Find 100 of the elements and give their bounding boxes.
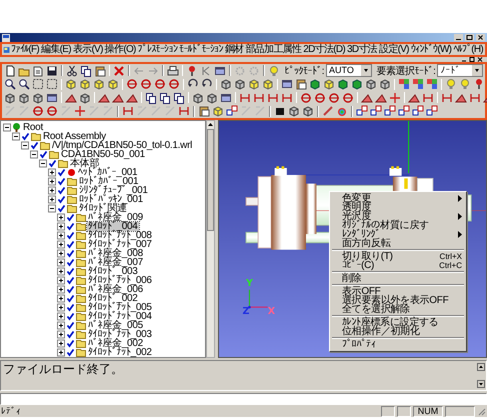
print-icon[interactable]: [166, 64, 179, 77]
menu-item[interactable]: 操作(O): [104, 44, 137, 55]
wireframe-cube-icon[interactable]: [220, 78, 232, 90]
shaded-cube-icon[interactable]: [93, 78, 105, 90]
solid-cube-icon[interactable]: [309, 78, 321, 90]
expand-icon[interactable]: [57, 258, 65, 267]
shaded-cube-icon[interactable]: [248, 78, 260, 90]
multi-view-icon[interactable]: [426, 78, 438, 90]
tree-item-label[interactable]: ﾊﾞﾈ座金_008: [87, 249, 144, 258]
checkbox[interactable]: [57, 177, 66, 186]
context-menu-item[interactable]: 位相操作／初期化: [342, 327, 462, 336]
circle-cross-icon[interactable]: [46, 105, 58, 118]
angle-icon[interactable]: [65, 92, 77, 104]
shaded-cube-icon[interactable]: [107, 78, 119, 90]
frame-icon[interactable]: [32, 78, 44, 90]
tree-item-label[interactable]: ﾀｲﾛｯﾄﾞ_002: [87, 294, 139, 303]
zoom-icon[interactable]: [18, 78, 30, 90]
expand-icon[interactable]: [57, 339, 65, 348]
wireframe-cube-icon[interactable]: [206, 92, 218, 104]
cut-icon[interactable]: [66, 64, 78, 77]
angle-icon[interactable]: [455, 92, 467, 104]
angle-icon[interactable]: [112, 92, 124, 104]
expand-icon[interactable]: [57, 330, 65, 339]
angle-icon[interactable]: [126, 92, 138, 104]
dimension-icon[interactable]: [281, 92, 293, 104]
dimension-icon[interactable]: [178, 105, 190, 118]
wireframe-cube-icon[interactable]: [192, 92, 204, 104]
checkbox[interactable]: [66, 303, 75, 312]
checkbox[interactable]: [66, 276, 75, 285]
menu-item[interactable]: ﾓｰﾙﾄﾞﾓｰｼｮﾝ: [178, 44, 224, 55]
checkbox[interactable]: [66, 240, 75, 249]
paste-icon[interactable]: [94, 64, 106, 77]
tree-item-label[interactable]: ｼﾘﾝﾀﾞﾁｭｰﾌﾞ_001: [78, 186, 149, 195]
copy-icon[interactable]: [145, 92, 157, 104]
context-menu-item[interactable]: 透明度: [342, 203, 462, 212]
shaded-cube-icon[interactable]: [65, 78, 77, 90]
restore-icon[interactable]: [469, 57, 475, 62]
tree-item-label[interactable]: CDA1BN50-50_001: [60, 150, 146, 159]
solid-cube-icon[interactable]: [351, 78, 363, 90]
shaded-cube-icon[interactable]: [212, 105, 224, 118]
tree-item-label[interactable]: ﾀｲﾛｯﾄﾞﾅｯﾄ_008: [87, 231, 153, 240]
bulb-icon[interactable]: [445, 78, 457, 90]
menu-item[interactable]: 部品加工属性: [244, 44, 302, 55]
zoom-icon[interactable]: [4, 78, 16, 90]
expand-icon[interactable]: [57, 321, 65, 330]
tree-item-label[interactable]: 本体部: [69, 159, 100, 168]
circle-cross-icon[interactable]: [328, 92, 340, 104]
wireframe-cube-icon[interactable]: [288, 105, 300, 118]
close-icon[interactable]: [476, 34, 485, 41]
command-input-field[interactable]: [0, 392, 487, 405]
circle-cross-icon[interactable]: [126, 78, 138, 90]
delete-icon[interactable]: [113, 64, 126, 77]
shaded-cube-icon[interactable]: [323, 78, 335, 90]
checkbox[interactable]: [39, 150, 48, 159]
tree-item-label[interactable]: Root: [22, 123, 44, 132]
expand-icon[interactable]: [57, 267, 65, 276]
page-icon[interactable]: [32, 64, 44, 77]
tree-item-label[interactable]: ﾀｲﾛｯﾄﾞ関連: [78, 204, 128, 213]
checkbox[interactable]: [66, 249, 75, 258]
wireframe-cube-icon[interactable]: [302, 105, 314, 118]
context-menu-item[interactable]: ｵﾘｼﾞﾅﾙの材質に戻す: [342, 221, 462, 230]
circle-cross-icon[interactable]: [300, 92, 312, 104]
minimize-icon[interactable]: [454, 34, 463, 41]
wireframe-cube-icon[interactable]: [234, 78, 246, 90]
new-file-icon[interactable]: [4, 64, 16, 77]
checkbox[interactable]: [66, 213, 75, 222]
context-menu-item[interactable]: 削除: [342, 274, 462, 283]
wireframe-cube-icon[interactable]: [365, 78, 377, 90]
checkbox[interactable]: [66, 285, 75, 294]
tree-item-label[interactable]: Root Assembly: [42, 132, 107, 141]
maximize-icon[interactable]: [465, 34, 474, 41]
solid-cube-icon[interactable]: [337, 78, 349, 90]
circle-cross-icon[interactable]: [342, 92, 354, 104]
frame-icon[interactable]: [46, 78, 58, 90]
close-icon[interactable]: [477, 57, 483, 62]
resize-grip-icon[interactable]: [477, 406, 486, 416]
checkbox[interactable]: [66, 231, 75, 240]
context-menu-item[interactable]: 光沢度: [342, 212, 454, 221]
copy-icon[interactable]: [159, 92, 171, 104]
angle-icon[interactable]: [408, 92, 420, 104]
menu-item[interactable]: ﾍﾙﾌﾟ(H): [452, 44, 484, 55]
expand-icon[interactable]: [57, 303, 65, 312]
collapse-icon[interactable]: [48, 204, 56, 213]
context-menu-item[interactable]: 切り取り(T): [342, 252, 436, 261]
expand-icon[interactable]: [48, 195, 56, 204]
expand-icon[interactable]: [57, 240, 65, 249]
tree-item-label[interactable]: ﾛｯﾄﾞﾊﾟｯｷﾝ_001: [78, 195, 144, 204]
copy-icon[interactable]: [80, 64, 92, 77]
tree-item-label[interactable]: ﾍｯﾄﾞｶﾊﾞｰ_001: [77, 168, 138, 177]
dimension-icon[interactable]: [253, 92, 265, 104]
checkbox[interactable]: [57, 168, 66, 177]
menu-item[interactable]: 設定(V): [378, 44, 410, 55]
linked-boxes-icon[interactable]: [412, 105, 424, 118]
checkbox[interactable]: [66, 339, 75, 348]
dimension-icon[interactable]: [422, 92, 434, 104]
checkbox[interactable]: [66, 294, 75, 303]
menu-item[interactable]: 鋼材: [224, 44, 244, 55]
linked-boxes-icon[interactable]: [398, 105, 410, 118]
tree-item-label[interactable]: ﾀｲﾛｯﾄﾞ_003: [87, 267, 139, 276]
dimension-icon[interactable]: [122, 105, 134, 118]
